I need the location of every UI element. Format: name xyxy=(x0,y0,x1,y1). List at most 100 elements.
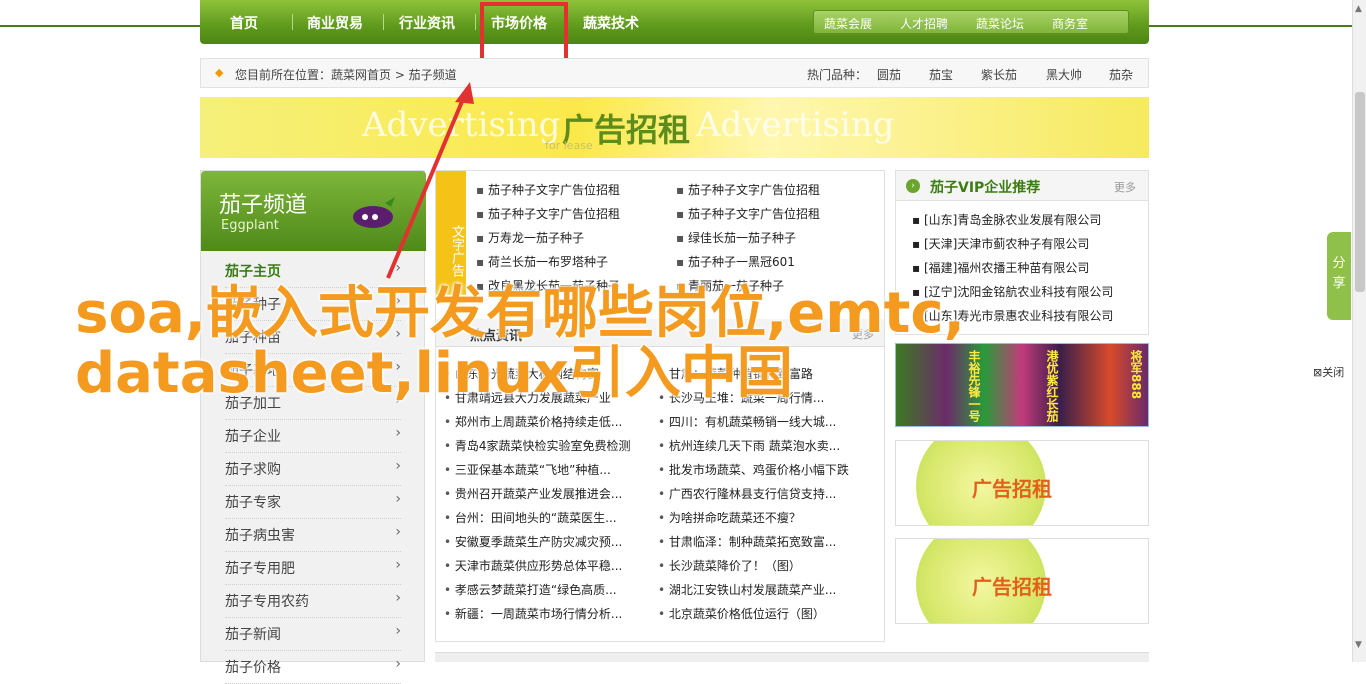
bottom-tabs xyxy=(435,652,1149,662)
hot-variety[interactable]: 茄杂 xyxy=(1109,66,1133,83)
sidebar-title: 茄子频道 xyxy=(219,193,308,218)
nav-jobs[interactable]: 人才招聘 xyxy=(900,15,948,32)
sidebar-item-companies[interactable]: 茄子企业 › xyxy=(225,420,401,453)
text-ad-link[interactable]: ▪ 茄子种子一黑冠601 xyxy=(676,253,795,270)
nav-separator xyxy=(383,14,384,30)
sidebar-item-fertilizer[interactable]: 茄子专用肥 › xyxy=(225,552,401,585)
vip-title: 茄子VIP企业推荐 xyxy=(930,180,1041,196)
news-link[interactable]: • 郑州市上周蔬菜价格持续走低... xyxy=(444,413,622,430)
banner-sub: for lease xyxy=(545,139,593,152)
arrow-circle-icon: › xyxy=(906,179,920,193)
text-ad-link[interactable]: ▪ 茄子种子文字广告位招租 xyxy=(676,181,820,198)
sidebar-item-pests[interactable]: 茄子病虫害 › xyxy=(225,519,401,552)
sidebar-item-pesticide[interactable]: 茄子专用农药 › xyxy=(225,585,401,618)
chevron-right-icon: › xyxy=(395,656,401,672)
ad-banner[interactable]: Advertising Advertising 广告招租 for lease xyxy=(200,97,1149,158)
news-link[interactable]: • 新疆：一周蔬菜市场行情分析... xyxy=(444,605,622,622)
nav-forum[interactable]: 蔬菜论坛 xyxy=(976,15,1024,32)
news-link[interactable]: • 青岛4家蔬菜快检实验室免费检测 xyxy=(444,437,631,454)
banner-ghost-text: Advertising xyxy=(696,105,895,145)
news-link[interactable]: • 贵州召开蔬菜产业发展推进会... xyxy=(444,485,622,502)
vip-company-link[interactable]: ▪ [天津]天津市蓟农种子有限公司 xyxy=(912,235,1089,252)
chevron-right-icon: › xyxy=(395,557,401,573)
overlay-caption: soa,嵌入式开发有哪些岗位,emtc, xyxy=(75,281,965,346)
ad-text: 广告招租 xyxy=(972,477,1052,501)
hot-variety[interactable]: 紫长茄 xyxy=(981,66,1017,83)
text-ad-link[interactable]: ▪ 绿佳长茄一茄子种子 xyxy=(676,229,796,246)
scroll-thumb[interactable] xyxy=(1355,92,1365,292)
news-link[interactable]: • 三亚保基本蔬菜“飞地”种植... xyxy=(444,461,611,478)
news-link[interactable]: • 北京蔬菜价格低位运行（图） xyxy=(658,605,825,622)
sidebar-item-experts[interactable]: 茄子专家 › xyxy=(225,486,401,519)
close-button[interactable]: ⊠关闭 xyxy=(1313,364,1344,380)
sidebar-item-wanted[interactable]: 茄子求购 › xyxy=(225,453,401,486)
nav-expo[interactable]: 蔬菜会展 xyxy=(824,15,872,32)
text-ad-link[interactable]: ▪ 万寿龙一茄子种子 xyxy=(476,229,584,246)
product-label: 丰裕先锋一号 xyxy=(967,350,981,422)
share-button[interactable]: 分享 xyxy=(1327,232,1351,320)
news-link[interactable]: • 批发市场蔬菜、鸡蛋价格小幅下跌 xyxy=(658,461,849,478)
vip-header: › 茄子VIP企业推荐 更多 xyxy=(896,171,1148,201)
main-nav: 首页 商业贸易 行业资讯 市场价格 蔬菜技术 蔬菜会展 人才招聘 蔬菜论坛 商务… xyxy=(200,0,1149,44)
eggplant-icon xyxy=(353,197,395,228)
hot-variety[interactable]: 茄宝 xyxy=(929,66,953,83)
text-ad-link[interactable]: ▪ 茄子种子文字广告位招租 xyxy=(476,205,620,222)
sidebar-item-label: 茄子病虫害 xyxy=(225,528,295,544)
chevron-right-icon: › xyxy=(395,425,401,441)
sidebar-item-label: 茄子求购 xyxy=(225,462,281,478)
more-link[interactable]: 更多 xyxy=(1114,179,1136,195)
ad-slot[interactable]: 广告招租 xyxy=(895,440,1149,526)
nav-trade[interactable]: 商业贸易 xyxy=(307,13,363,33)
seed-product-image[interactable]: 丰裕先锋一号 港优紫红长茄 将军888 xyxy=(895,343,1149,427)
sidebar-header: 茄子频道 Eggplant xyxy=(201,171,426,251)
nav-separator xyxy=(475,14,476,30)
vip-company-link[interactable]: ▪ [福建]福州农播王种苗有限公司 xyxy=(912,259,1089,276)
text-ad-link[interactable]: ▪ 茄子种子文字广告位招租 xyxy=(476,181,620,198)
news-link[interactable]: • 四川：有机蔬菜畅销一线大城... xyxy=(658,413,836,430)
text-ad-tag: 文字广告 xyxy=(436,171,466,295)
text-ad-link[interactable]: ▪ 荷兰长茄一布罗塔种子 xyxy=(476,253,608,270)
hot-variety[interactable]: 黑大帅 xyxy=(1046,66,1082,83)
news-link[interactable]: • 湖北江安铁山村发展蔬菜产业... xyxy=(658,581,836,598)
ad-slot[interactable]: 广告招租 xyxy=(895,538,1149,624)
chevron-right-icon: › xyxy=(395,524,401,540)
diamond-icon: ◆ xyxy=(215,66,224,79)
vip-company-link[interactable]: ▪ [山东]青岛金脉农业发展有限公司 xyxy=(912,211,1101,228)
news-link[interactable]: • 台州：田间地头的“蔬菜医生... xyxy=(444,509,617,526)
product-label: 港优紫红长茄 xyxy=(1045,350,1059,422)
chevron-right-icon: › xyxy=(395,623,401,639)
sidebar-item-label: 茄子企业 xyxy=(225,429,281,445)
scroll-up-icon[interactable]: ▲ xyxy=(1355,4,1362,14)
text-ad-link[interactable]: ▪ 茄子种子文字广告位招租 xyxy=(676,205,820,222)
banner-ghost-text: Advertising xyxy=(362,105,561,145)
nav-home[interactable]: 首页 xyxy=(230,13,258,33)
sidebar-item-label: 茄子主页 xyxy=(225,264,281,280)
nav-tech[interactable]: 蔬菜技术 xyxy=(583,13,639,33)
news-link[interactable]: • 天津市蔬菜供应形势总体平稳... xyxy=(444,557,622,574)
news-link[interactable]: • 为啥拼命吃蔬菜还不瘦？ xyxy=(658,509,801,526)
breadcrumb: ◆ 您目前所在位置：蔬菜网首页 > 茄子频道 热门品种： 圆茄 茄宝 紫长茄 黑… xyxy=(200,58,1149,88)
news-link[interactable]: • 甘肃临泽：制种蔬菜拓宽致富... xyxy=(658,533,836,550)
sidebar-item-price[interactable]: 茄子价格 › xyxy=(225,651,401,684)
sidebar-item-news[interactable]: 茄子新闻 › xyxy=(225,618,401,651)
news-link[interactable]: • 安徽夏季蔬菜生产防灾减灾预... xyxy=(444,533,622,550)
hot-label: 热门品种： xyxy=(807,68,868,82)
chevron-right-icon: › xyxy=(395,260,401,276)
breadcrumb-text[interactable]: 您目前所在位置：蔬菜网首页 > 茄子频道 xyxy=(235,66,457,83)
nav-separator xyxy=(292,14,293,30)
news-link[interactable]: • 孝感云梦蔬菜打造“绿色高质... xyxy=(444,581,617,598)
sidebar-item-label: 茄子价格 xyxy=(225,660,281,676)
sidebar-subtitle: Eggplant xyxy=(221,218,279,233)
chevron-right-icon: › xyxy=(395,491,401,507)
sidebar-item-label: 茄子专用肥 xyxy=(225,561,295,577)
hot-variety[interactable]: 圆茄 xyxy=(877,66,901,83)
highlight-box xyxy=(480,2,568,66)
news-link[interactable]: • 杭州连续几天下雨 蔬菜泡水卖... xyxy=(658,437,840,454)
news-link[interactable]: • 广西农行隆林县支行信贷支持... xyxy=(658,485,836,502)
scroll-down-icon[interactable]: ▼ xyxy=(1355,640,1362,650)
nav-news[interactable]: 行业资讯 xyxy=(399,13,455,33)
product-label: 将军888 xyxy=(1129,350,1143,400)
news-link[interactable]: • 长沙蔬菜降价了！（图） xyxy=(658,557,801,574)
nav-business[interactable]: 商务室 xyxy=(1052,15,1088,32)
scrollbar[interactable]: ▲ ▼ xyxy=(1352,0,1366,662)
